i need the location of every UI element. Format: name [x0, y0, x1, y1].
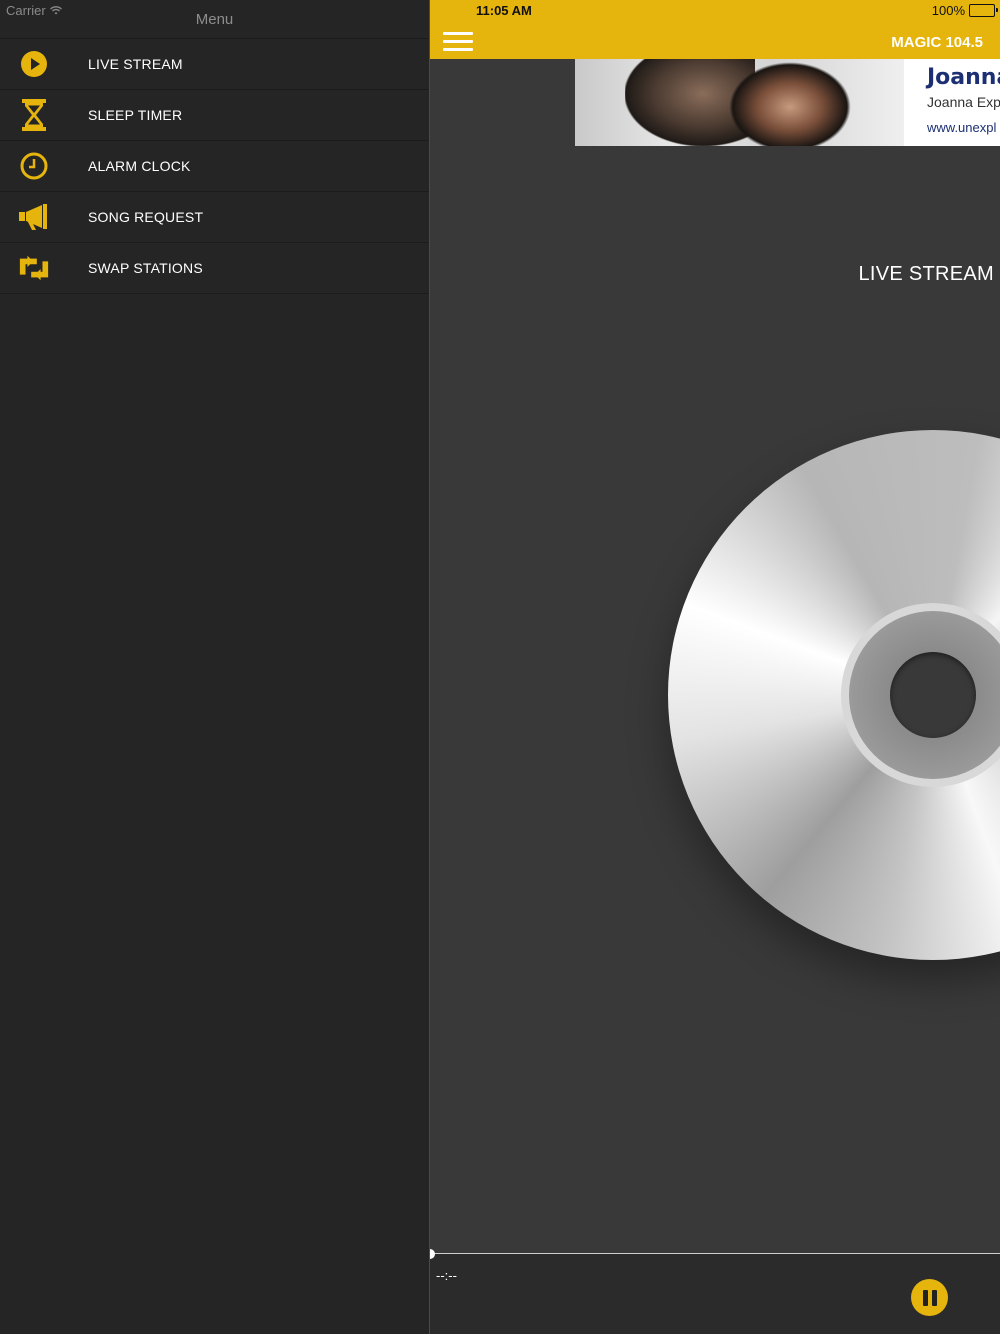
- station-name: MAGIC 104.5: [891, 34, 983, 51]
- nav-bar: 11:05 AM 100% MAGIC 104.5: [430, 0, 1000, 59]
- status-time: 11:05 AM: [476, 3, 532, 18]
- menu-item-alarm-clock[interactable]: ALARM CLOCK: [0, 141, 429, 192]
- menu-item-label: SLEEP TIMER: [88, 107, 183, 123]
- status-battery: 100%: [931, 3, 998, 18]
- ad-photo: [575, 59, 904, 146]
- menu-item-song-request[interactable]: SONG REQUEST: [0, 192, 429, 243]
- clock-icon: [18, 152, 50, 180]
- menu-toggle-button[interactable]: [443, 32, 473, 52]
- menu-list: LIVE STREAM SLEEP TIMER ALARM CLOCK SONG…: [0, 39, 429, 294]
- battery-icon: [969, 4, 998, 17]
- ad-banner[interactable]: Joanna Joanna Expl www.unexpl: [575, 59, 1000, 146]
- menu-title: Menu: [195, 11, 234, 28]
- menu-item-live-stream[interactable]: LIVE STREAM: [0, 39, 429, 90]
- menu-item-swap-stations[interactable]: SWAP STATIONS: [0, 243, 429, 294]
- progress-track[interactable]: [430, 1253, 1000, 1254]
- menu-item-label: LIVE STREAM: [88, 56, 183, 72]
- ad-url: www.unexpl: [927, 120, 997, 135]
- menu-item-label: ALARM CLOCK: [88, 158, 191, 174]
- battery-percent: 100%: [931, 3, 965, 18]
- hourglass-icon: [18, 99, 50, 131]
- elapsed-time: --:--: [436, 1268, 457, 1283]
- megaphone-icon: [18, 203, 50, 231]
- menu-item-sleep-timer[interactable]: SLEEP TIMER: [0, 90, 429, 141]
- play-circle-icon: [18, 50, 50, 78]
- section-title: LIVE STREAM: [858, 263, 994, 285]
- pause-button[interactable]: [911, 1279, 948, 1316]
- ad-subtitle: Joanna Expl: [927, 94, 1000, 110]
- menu-item-label: SONG REQUEST: [88, 209, 204, 225]
- pause-icon: [922, 1289, 928, 1306]
- pause-icon-bar: [931, 1289, 937, 1306]
- main-panel: 11:05 AM 100% MAGIC 104.5 Joanna Joanna …: [429, 0, 1000, 1334]
- swap-arrows-icon: [18, 254, 50, 282]
- hamburger-icon: [443, 32, 473, 35]
- cd-hole: [890, 652, 976, 738]
- hamburger-line: [443, 48, 473, 51]
- side-menu: Carrier Menu LIVE STREAM SLEEP TIMER ALA…: [0, 0, 429, 1334]
- menu-item-label: SWAP STATIONS: [88, 260, 203, 276]
- cd-artwork: [668, 430, 1000, 960]
- ad-title: Joanna: [927, 65, 1000, 90]
- hamburger-line: [443, 40, 473, 43]
